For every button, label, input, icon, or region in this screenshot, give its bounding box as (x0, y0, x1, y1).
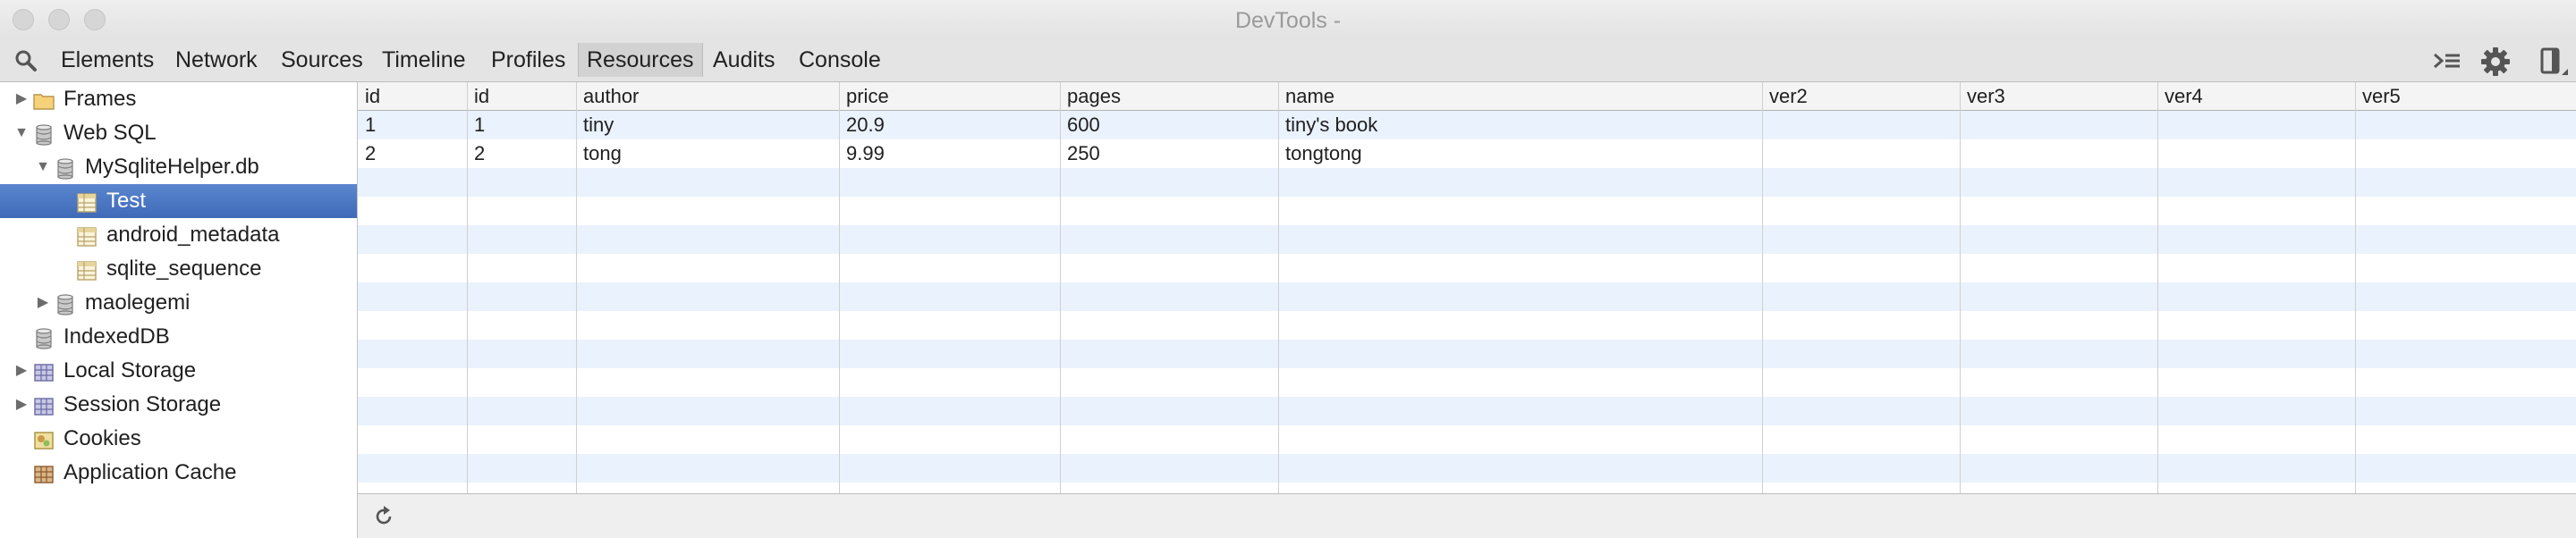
column-divider (576, 82, 577, 493)
column-divider (2355, 82, 2356, 493)
column-divider (1960, 82, 1961, 493)
tab-console[interactable]: Console (799, 43, 881, 77)
column-header-author[interactable]: author (583, 82, 639, 111)
sidebar-item-cookies[interactable]: Cookies (0, 422, 357, 456)
table-cell-id[interactable]: 1 (474, 111, 485, 139)
table-cell-author[interactable]: tiny (583, 111, 614, 139)
sidebar-item-frames[interactable]: ▶ Frames (0, 82, 357, 116)
collapsed-triangle-icon[interactable]: ▶ (14, 82, 29, 116)
sidebar-item-android-metadata[interactable]: android_metadata (0, 218, 357, 252)
grid-storage-icon (32, 394, 55, 416)
column-header-pages[interactable]: pages (1067, 82, 1121, 111)
table-row[interactable]: 1 1 tiny 20.9 600 tiny's book (358, 111, 2576, 139)
sidebar-item-label: sqlite_sequence (106, 256, 262, 281)
column-header-name[interactable]: name (1285, 82, 1335, 111)
column-header-ver3[interactable]: ver3 (1967, 82, 2005, 111)
collapsed-triangle-icon[interactable]: ▶ (14, 388, 29, 422)
sidebar-item-label: Session Storage (64, 392, 222, 416)
sidebar-item-web-sql[interactable]: ▼ Web SQL (0, 116, 357, 150)
database-icon (54, 292, 77, 315)
tab-audits[interactable]: Audits (713, 43, 775, 77)
column-header-ver2[interactable]: ver2 (1769, 82, 1808, 111)
column-header-price[interactable]: price (846, 82, 889, 111)
expanded-triangle-icon[interactable]: ▼ (36, 150, 50, 184)
column-header-ver4[interactable]: ver4 (2165, 82, 2203, 111)
collapsed-triangle-icon[interactable]: ▶ (14, 354, 29, 388)
database-icon (32, 326, 55, 349)
data-grid: id id author price pages name ver2 ver3 ver4 ver5… (358, 82, 2576, 493)
sidebar-item-indexeddb[interactable]: IndexedDB (0, 320, 357, 354)
grid-storage-icon (32, 360, 55, 382)
column-divider (467, 82, 468, 493)
column-header-id[interactable]: id (474, 82, 489, 111)
column-header-id[interactable]: id (365, 82, 380, 111)
sidebar-item-label: Cookies (64, 426, 141, 450)
table-icon (75, 224, 98, 247)
tab-elements[interactable]: Elements (61, 43, 154, 77)
sidebar-item-label: MySqliteHelper.db (85, 155, 259, 179)
column-divider (1060, 82, 1061, 493)
table-cell-pages[interactable]: 600 (1067, 111, 1100, 139)
table-cell-id[interactable]: 2 (474, 139, 485, 168)
column-divider (2157, 82, 2158, 493)
tab-timeline[interactable]: Timeline (382, 43, 466, 77)
sidebar-item-label: Web SQL (64, 121, 157, 145)
sidebar-item-label: Application Cache (64, 460, 237, 484)
table-icon (75, 258, 98, 281)
table-cell-id[interactable]: 2 (365, 139, 376, 168)
table-cell-price[interactable]: 20.9 (846, 111, 885, 139)
grid-header: id id author price pages name ver2 ver3 ver4 ver5 (358, 82, 2576, 111)
tab-network[interactable]: Network (175, 43, 258, 77)
window-title: DevTools - (1234, 8, 1342, 33)
tab-profiles[interactable]: Profiles (491, 43, 565, 77)
column-header-ver5[interactable]: ver5 (2362, 82, 2401, 111)
resources-sidebar: ▶ Frames ▼ Web SQL ▼ MySqliteHelper.db Test and… (0, 82, 358, 538)
tab-resources[interactable]: Resources (578, 43, 703, 77)
cookie-icon (32, 428, 55, 450)
sidebar-item-mysqlitehelper-db[interactable]: ▼ MySqliteHelper.db (0, 150, 357, 184)
column-divider (1278, 82, 1279, 493)
collapsed-triangle-icon[interactable]: ▶ (36, 286, 50, 320)
table-cell-price[interactable]: 9.99 (846, 139, 885, 168)
sidebar-item-sqlite-sequence[interactable]: sqlite_sequence (0, 252, 357, 286)
table-cell-name[interactable]: tongtong (1285, 139, 1362, 168)
sidebar-item-label: IndexedDB (64, 324, 170, 349)
table-cell-id[interactable]: 1 (365, 111, 376, 139)
table-cell-author[interactable]: tong (583, 139, 622, 168)
sidebar-item-local-storage[interactable]: ▶ Local Storage (0, 354, 357, 388)
table-cell-pages[interactable]: 250 (1067, 139, 1100, 168)
table-icon (75, 190, 98, 213)
folder-icon (32, 88, 55, 110)
refresh-icon[interactable] (372, 505, 395, 528)
sidebar-item-test[interactable]: Test (0, 184, 357, 218)
tab-sources[interactable]: Sources (281, 43, 363, 77)
sidebar-item-label: Test (106, 189, 147, 213)
database-icon (32, 122, 55, 146)
expanded-triangle-icon[interactable]: ▼ (14, 116, 29, 150)
gear-icon[interactable] (2480, 46, 2511, 77)
app-cache-icon (32, 462, 55, 483)
sidebar-item-maolegemi[interactable]: ▶ maolegemi (0, 286, 357, 320)
database-icon (54, 156, 77, 180)
sidebar-item-application-cache[interactable]: Application Cache (0, 456, 357, 490)
search-icon[interactable] (14, 49, 38, 72)
sidebar-item-label: Frames (64, 87, 137, 111)
title-bar: DevTools - (0, 0, 2576, 39)
devtools-toolbar: Elements Network Sources Timeline Profiles Re… (0, 39, 2576, 82)
sidebar-item-label: maolegemi (85, 290, 191, 315)
console-drawer-icon[interactable] (2431, 49, 2462, 72)
status-bar (358, 493, 2576, 538)
sidebar-item-label: Local Storage (64, 358, 197, 382)
table-cell-name[interactable]: tiny's book (1285, 111, 1377, 139)
column-divider (839, 82, 840, 493)
sidebar-item-label: android_metadata (106, 223, 280, 247)
sidebar-item-session-storage[interactable]: ▶ Session Storage (0, 388, 357, 422)
table-row[interactable]: 2 2 tong 9.99 250 tongtong (358, 139, 2576, 168)
dock-side-icon[interactable] (2538, 46, 2569, 77)
column-divider (1762, 82, 1763, 493)
